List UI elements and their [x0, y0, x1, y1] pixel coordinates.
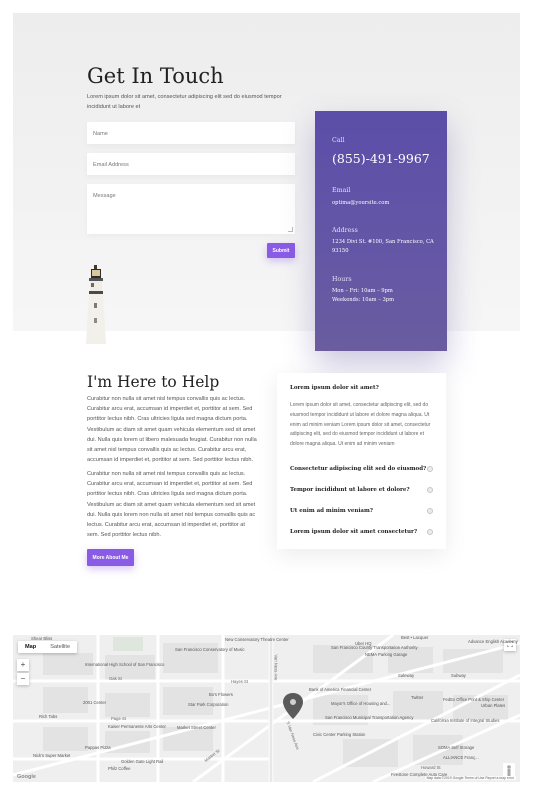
- zoom-out-button[interactable]: −: [17, 673, 29, 685]
- faq-question-4[interactable]: Lorem ipsum dolor sit amet consectetur?: [290, 529, 417, 535]
- map-label: 2001 Center: [83, 700, 107, 705]
- faq-open-question[interactable]: Lorem ipsum dolor sit amet?: [290, 385, 379, 391]
- map-label: Safeway: [398, 673, 415, 678]
- faq-question-3[interactable]: Ut enim ad minim veniam?: [290, 508, 373, 514]
- submit-button[interactable]: Submit: [267, 243, 295, 258]
- map-label: Urban Plates: [481, 703, 506, 708]
- map-label: FedEx Office Print & Ship Center: [443, 697, 505, 702]
- email-label: Email: [332, 187, 351, 194]
- call-label: Call: [332, 137, 345, 144]
- map-label: Kaiser Permanente Arts Center: [108, 724, 166, 729]
- map-label: Twitter: [411, 695, 424, 700]
- help-paragraph-1: Curabitur non nulla sit amet nisl tempus…: [87, 396, 257, 464]
- hours-label: Hours: [332, 276, 352, 283]
- toggle-circle-icon[interactable]: [427, 487, 433, 493]
- map-label: San Francisco County Transportation Auth…: [331, 645, 418, 650]
- faq-accordion: Lorem ipsum dolor sit amet? Lorem ipsum …: [277, 373, 446, 549]
- map-label: Golden Gate Light Rail: [121, 759, 164, 764]
- email-address[interactable]: optima@yoursite.com: [332, 199, 389, 208]
- map-label: Bank of America Financial Center: [309, 687, 372, 692]
- help-title: I'm Here to Help: [87, 373, 220, 391]
- faq-open-answer: Lorem ipsum dolor sit amet, consectetur …: [290, 402, 431, 448]
- resize-grip-icon[interactable]: [288, 227, 293, 232]
- map-label: Mayor's Office of Housing and...: [331, 701, 391, 706]
- map-label: Pappas Pizza: [85, 745, 111, 750]
- street-label: Page St: [111, 716, 126, 721]
- map-label: International High School of San Francis…: [85, 662, 165, 667]
- map-label: Star Park Corporation: [188, 702, 229, 707]
- street-label: Hayes St: [231, 679, 248, 684]
- map-label: Market Street Center: [177, 725, 216, 730]
- message-placeholder: Message: [93, 193, 116, 199]
- map-tab-satellite[interactable]: Satellite: [43, 641, 77, 653]
- map-label: San Francisco Municipal Transportation A…: [325, 715, 414, 720]
- street-label: Van Ness Ave: [273, 654, 279, 681]
- phone-number[interactable]: (855)-491-9967: [332, 151, 430, 166]
- hours-weekend: Weekends: 10am – 3pm: [332, 297, 395, 303]
- map-label: Shear Bliss: [31, 636, 53, 641]
- email-input[interactable]: Email Address: [87, 153, 295, 175]
- map-label: Rich Tabs: [39, 714, 58, 719]
- map-label: Civic Center Parking Station: [313, 732, 366, 737]
- street-label: Howard St: [421, 765, 441, 770]
- toggle-circle-icon[interactable]: [427, 529, 433, 535]
- map-label: Uber HQ: [355, 641, 372, 646]
- map-label: California Institute of Integral Studies: [431, 718, 500, 723]
- map-label: NEMA Parking Garage: [365, 652, 408, 657]
- faq-question-1[interactable]: Consectetur adipiscing elit sed do eiusm…: [290, 466, 426, 472]
- map-attribution[interactable]: Map data ©2019 Google Terms of Use Repor…: [424, 776, 516, 780]
- page-subtitle: Lorem ipsum dolor sit amet, consectetur …: [87, 94, 282, 110]
- lighthouse-image: [86, 265, 106, 344]
- location-map[interactable]: Map Satellite + − ⛶ Shear Bliss Internat…: [13, 635, 520, 782]
- map-label: ALLIANCE Franç...: [443, 755, 479, 760]
- map-label: Bo's Flowers: [209, 692, 233, 697]
- map-label: New Conservatory Theatre Center: [225, 637, 289, 642]
- help-paragraph-2: Curabitur non nulla sit amet nisl tempus…: [87, 471, 256, 539]
- faq-question-2[interactable]: Tempor incididunt ut labore et dolore?: [290, 487, 410, 493]
- address-value: 1234 Divi St. #100, San Francisco, CA 93…: [332, 239, 434, 254]
- hours-weekday: Mon – Fri: 10am – 9pm: [332, 288, 393, 294]
- page-title: Get In Touch: [87, 64, 224, 88]
- more-about-me-button[interactable]: More About Me: [87, 549, 134, 566]
- google-logo: Google: [17, 774, 36, 780]
- address-label: Address: [332, 227, 358, 234]
- map-label: Nick's Super Market: [33, 753, 71, 758]
- toggle-circle-icon[interactable]: [427, 466, 433, 472]
- map-label: Best • Lacquer: [401, 635, 429, 640]
- message-textarea[interactable]: Message: [87, 184, 295, 234]
- map-label: Philz Coffee: [108, 766, 131, 771]
- map-label: Advance English Academy: [468, 639, 518, 644]
- map-label: Subway: [451, 673, 466, 678]
- toggle-circle-icon[interactable]: [427, 508, 433, 514]
- name-input[interactable]: Name: [87, 122, 295, 144]
- zoom-in-button[interactable]: +: [17, 659, 29, 671]
- contact-info-card: Call (855)-491-9967 Email optima@yoursit…: [315, 111, 447, 351]
- map-type-tabs: Map Satellite: [18, 641, 78, 653]
- street-label: Oak St: [109, 676, 122, 681]
- map-tab-map[interactable]: Map: [18, 641, 43, 653]
- map-label: San Francisco Conservatory of Music: [175, 647, 245, 652]
- map-label: SOMA Self Storage: [438, 745, 475, 750]
